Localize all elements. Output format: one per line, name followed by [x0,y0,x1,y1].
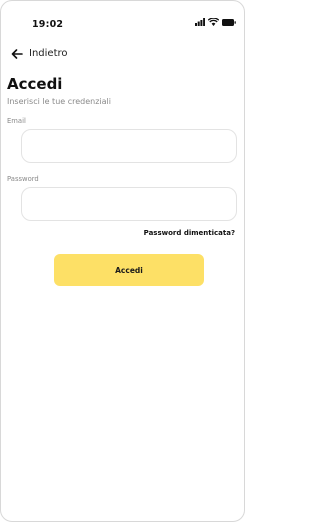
phone-screen: 19:02 Indietro Accedi Inserisci le tue c… [0,0,245,522]
password-field[interactable] [21,187,237,221]
signal-icon [195,18,205,26]
back-label: Indietro [29,48,68,59]
wifi-icon [208,18,219,26]
back-button[interactable]: Indietro [11,48,68,59]
status-time: 19:02 [32,19,64,30]
email-label: Email [7,117,26,125]
status-icons [195,18,236,26]
password-label: Password [7,175,39,183]
arrow-left-icon [11,48,23,59]
battery-icon [222,18,236,26]
status-bar: 19:02 [1,1,244,41]
email-field[interactable] [21,129,237,163]
page-title: Accedi [7,75,63,93]
page-subtitle: Inserisci le tue credenziali [7,97,111,106]
login-button[interactable]: Accedi [54,254,204,286]
forgot-password-link[interactable]: Password dimenticata? [144,229,235,237]
